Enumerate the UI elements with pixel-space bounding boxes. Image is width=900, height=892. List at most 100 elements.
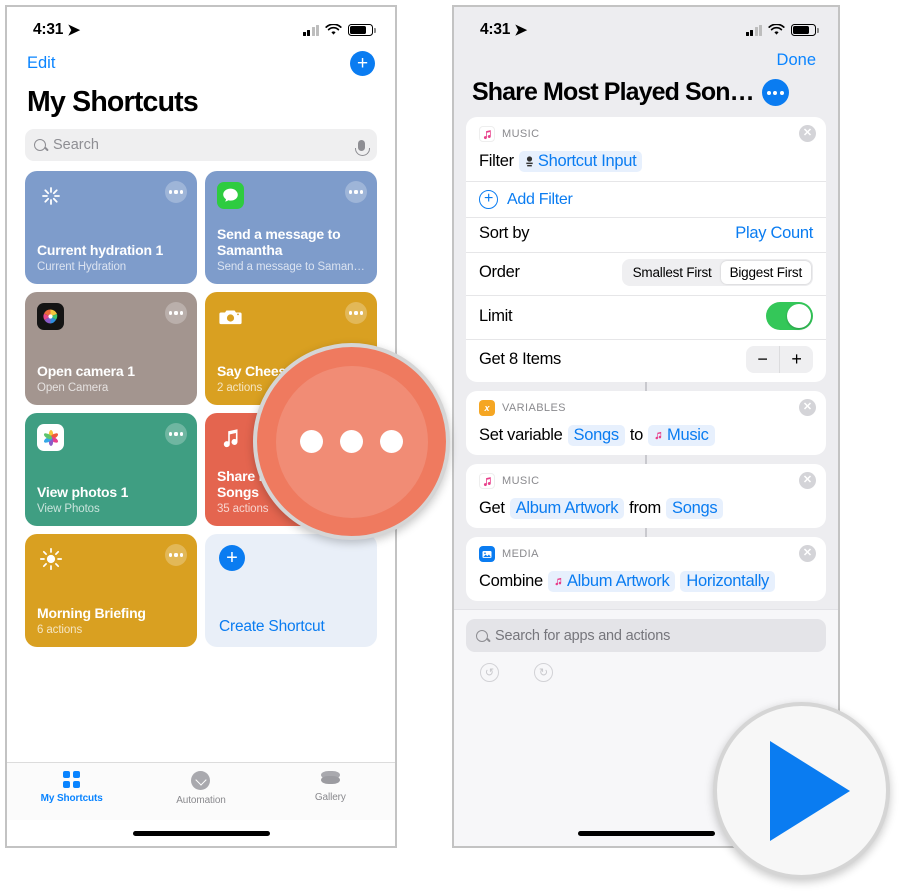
action-card-music-filter[interactable]: MUSIC ✕ Filter Shortcut Input + Add Filt… [466,117,826,382]
tab-automation[interactable]: Automation [136,771,265,806]
shortcut-card[interactable]: Current hydration 1 Current Hydration [25,171,197,284]
token-label: Album Artwork [566,572,670,590]
home-indicator-area [7,820,395,846]
shortcut-card[interactable]: Send a message to Samantha Send a messag… [205,171,377,284]
screenshot-stage: 4:31 ➤ Edit + My Shortcuts Search Curren… [0,0,900,892]
status-left: 4:31 ➤ [33,21,80,40]
combine-row[interactable]: Combine Album Artwork Horizontally [466,565,826,601]
sentence-text: Set variable [479,426,563,444]
add-shortcut-button[interactable]: + [350,51,375,76]
shortcut-card[interactable]: Morning Briefing 6 actions [25,534,197,647]
tab-label: Automation [176,795,226,806]
card-title: Current hydration 1 [37,242,164,259]
action-card-set-variable[interactable]: x VARIABLES ✕ Set variable Songs to Musi… [466,391,826,455]
action-card-combine-images[interactable]: MEDIA ✕ Combine Album Artwork Horizontal… [466,537,826,601]
set-variable-row[interactable]: Set variable Songs to Music [466,419,826,455]
clock-chevron-icon [191,771,211,790]
remove-action-button[interactable]: ✕ [799,545,816,562]
undo-button[interactable]: ↺ [480,663,499,682]
callout-dot [300,430,323,453]
remove-action-button[interactable]: ✕ [799,472,816,489]
remove-action-button[interactable]: ✕ [799,125,816,142]
create-shortcut-label: Create Shortcut [219,618,325,635]
token-label: Shortcut Input [537,152,637,170]
get-items-row: Get 8 Items − + [466,339,826,382]
circle-plus-icon: + [479,190,498,209]
action-card-get-artwork[interactable]: MUSIC ✕ Get Album Artwork from Songs [466,464,826,528]
horizontally-token[interactable]: Horizontally [680,571,776,592]
music-note-icon [217,424,244,451]
sort-by-row[interactable]: Sort by Play Count [466,217,826,252]
action-connector [645,528,647,537]
more-options-callout[interactable] [253,343,450,540]
search-input[interactable]: Search [25,129,377,161]
play-icon [769,740,850,841]
music-note-icon [655,431,662,440]
album-artwork-token[interactable]: Album Artwork [509,498,625,519]
run-shortcut-callout[interactable] [713,702,890,879]
actions-list: MUSIC ✕ Filter Shortcut Input + Add Filt… [454,117,838,601]
microphone-icon[interactable] [355,139,370,156]
variable-songs-token[interactable]: Songs [567,425,625,446]
callout-dot [380,430,403,453]
location-arrow-icon: ➤ [67,21,81,39]
order-segmented-control[interactable]: Smallest First Biggest First [621,259,813,286]
edit-button[interactable]: Edit [27,54,55,73]
limit-row: Limit [466,295,826,339]
card-more-button[interactable] [345,302,367,324]
sort-by-value[interactable]: Play Count [735,224,813,243]
cellular-signal-icon [745,24,762,36]
card-subtitle: View Photos [37,503,100,515]
sentence-text: Combine [479,572,543,590]
stepper-plus-button[interactable]: + [780,346,813,373]
photos-app-icon [37,424,64,451]
card-more-button[interactable] [345,181,367,203]
action-app-name: MUSIC [502,128,540,140]
redo-button[interactable]: ↻ [534,663,553,682]
battery-icon [348,24,376,36]
shortcut-title: Share Most Played Son… [472,78,755,106]
items-stepper[interactable]: − + [746,346,813,373]
add-filter-row[interactable]: + Add Filter [466,181,826,217]
limit-toggle[interactable] [766,302,813,330]
album-artwork-token[interactable]: Album Artwork [547,571,676,592]
variable-music-token[interactable]: Music [648,425,715,446]
card-more-button[interactable] [165,302,187,324]
card-more-button[interactable] [165,423,187,445]
card-more-button[interactable] [165,544,187,566]
segment-smallest-first[interactable]: Smallest First [624,261,721,284]
wifi-icon [325,24,342,35]
editor-toolbar: ↺ ↻ [454,652,838,682]
card-title: Send a message to Samantha [217,225,341,259]
filter-label: Filter [479,152,514,170]
get-artwork-row[interactable]: Get Album Artwork from Songs [466,492,826,528]
action-card-header: MUSIC [466,117,826,145]
card-subtitle: Open Camera [37,382,109,394]
more-options-button[interactable] [761,79,789,106]
limit-label: Limit [479,306,513,325]
filter-row[interactable]: Filter Shortcut Input [466,145,826,181]
tab-label: Gallery [314,792,346,803]
search-placeholder: Search for apps and actions [495,627,671,644]
shortcut-card[interactable]: Open camera 1 Open Camera [25,292,197,405]
apps-actions-search-input[interactable]: Search for apps and actions [466,619,826,652]
done-button[interactable]: Done [777,51,816,70]
shortcut-input-token[interactable]: Shortcut Input [518,151,643,172]
music-note-icon [479,126,495,142]
songs-token[interactable]: Songs [665,498,724,519]
home-indicator[interactable] [132,830,270,836]
status-right [302,24,376,36]
create-shortcut-card[interactable]: + Create Shortcut [205,534,377,647]
right-nav-row: Done [454,45,838,72]
stepper-minus-button[interactable]: − [746,346,779,373]
shortcut-card[interactable]: View photos 1 View Photos [25,413,197,526]
card-title: View photos 1 [37,484,129,501]
segment-biggest-first[interactable]: Biggest First [720,261,811,284]
remove-action-button[interactable]: ✕ [799,399,816,416]
tab-gallery[interactable]: Gallery [266,771,395,803]
card-more-button[interactable] [165,181,187,203]
grid-icon [63,771,81,788]
tab-my-shortcuts[interactable]: My Shortcuts [7,771,136,804]
home-indicator[interactable] [577,830,715,836]
add-filter-label: Add Filter [507,190,573,208]
